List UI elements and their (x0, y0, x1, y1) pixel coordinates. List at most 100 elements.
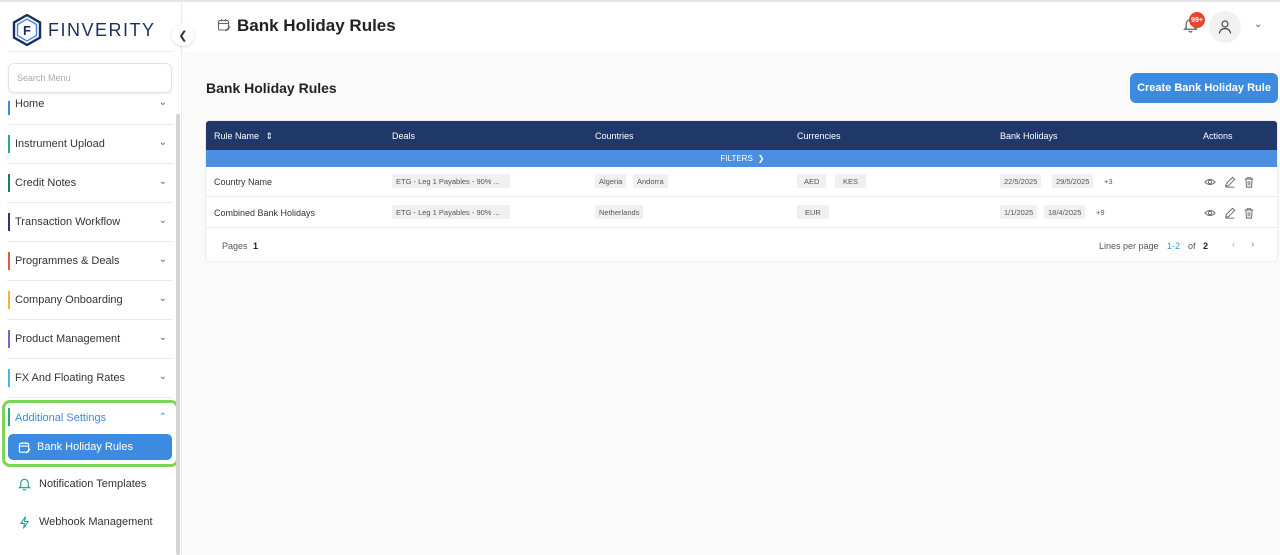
chevron-down-icon: ⌄ (158, 97, 167, 108)
table-footer: Pages 1 Lines per page 1-2 of 2 ‹ › (206, 229, 1277, 261)
table-header: Rule Name ⇕ Deals Countries Currencies B… (206, 121, 1277, 150)
currency-chip: KES (835, 174, 867, 188)
color-bar (8, 135, 10, 153)
top-header: Bank Holiday Rules 99+ ⌄ (183, 2, 1280, 52)
notification-badge: 99+ (1189, 12, 1205, 28)
holiday-chip: 29/5/2025 (1052, 174, 1094, 188)
color-bar (8, 101, 10, 115)
rules-table: Rule Name ⇕ Deals Countries Currencies B… (205, 120, 1278, 262)
country-chip: Andorra (633, 174, 668, 188)
sidebar-menu: Home ⌄ Instrument Upload ⌄ Credit Notes … (7, 95, 173, 437)
chevron-down-icon: ❯ (757, 154, 765, 163)
currency-chip: AED (797, 174, 827, 188)
sidebar-item-label: Credit Notes (15, 177, 77, 189)
pages-value: 1 (253, 241, 259, 251)
view-eye-icon[interactable] (1204, 176, 1216, 188)
sidebar-item-instrument-upload[interactable]: Instrument Upload ⌄ (7, 125, 173, 164)
prev-page-icon[interactable]: ‹ (1232, 239, 1235, 250)
search-placeholder: Search Menu (17, 73, 71, 83)
column-rule-name[interactable]: Rule Name ⇕ (214, 131, 273, 142)
filters-toggle[interactable]: FILTERS ❯ (206, 150, 1277, 167)
total-count: 2 (1203, 241, 1209, 251)
sidebar-scrollbar[interactable] (176, 114, 180, 555)
currency-chip: EUR (797, 205, 829, 219)
lines-per-page-label: Lines per page (1099, 241, 1159, 251)
create-bank-holiday-rule-button[interactable]: Create Bank Holiday Rule (1130, 73, 1278, 103)
sidebar-subitem-notification-templates[interactable]: Notification Templates (8, 471, 172, 497)
table-row[interactable]: Combined Bank Holidays ETG - Leg 1 Payab… (206, 198, 1277, 228)
color-bar (8, 369, 10, 387)
holiday-chip: 1/1/2025 (1000, 205, 1038, 219)
app-root: F FINVERITY Search Menu Home ⌄ Instrumen… (0, 0, 1280, 555)
chevron-down-icon: ⌄ (158, 215, 167, 226)
column-deals: Deals (392, 131, 416, 141)
sidebar-item-home[interactable]: Home ⌄ (7, 95, 173, 125)
deal-chip: ETG - Leg 1 Payables - 90% ... (392, 174, 510, 188)
next-page-icon[interactable]: › (1251, 239, 1254, 250)
filters-label: FILTERS (720, 154, 753, 163)
rule-name: Combined Bank Holidays (214, 208, 316, 218)
holidays-more[interactable]: +3 (1104, 177, 1113, 186)
calendar-edit-icon (217, 19, 231, 32)
sidebar-divider (8, 51, 174, 52)
lightning-icon (20, 515, 29, 529)
chevron-left-icon: ❮ (178, 29, 188, 42)
color-bar (8, 252, 10, 270)
sidebar-item-fx-floating-rates[interactable]: FX And Floating Rates ⌄ (7, 359, 173, 398)
sidebar-item-product-management[interactable]: Product Management ⌄ (7, 320, 173, 359)
pages-label: Pages (222, 241, 248, 251)
subitem-label: Bank Holiday Rules (37, 441, 133, 453)
logo-hexagon-icon: F (12, 14, 42, 46)
sidebar-item-label: Transaction Workflow (15, 216, 121, 228)
table-row[interactable]: Country Name ETG - Leg 1 Payables - 90% … (206, 167, 1277, 197)
sidebar-item-label: Company Onboarding (15, 294, 123, 306)
of-label: of (1188, 241, 1196, 251)
chevron-down-icon: ⌄ (158, 254, 167, 265)
delete-trash-icon[interactable] (1243, 176, 1255, 188)
column-currencies: Currencies (797, 131, 841, 141)
section-heading: Bank Holiday Rules (206, 80, 337, 96)
brand-name: FINVERITY (48, 19, 156, 40)
column-actions: Actions (1203, 131, 1233, 141)
subitem-label: Notification Templates (39, 478, 147, 490)
rule-name: Country Name (214, 177, 273, 187)
sidebar: F FINVERITY Search Menu Home ⌄ Instrumen… (0, 2, 182, 555)
sidebar-subitem-webhook-management[interactable]: Webhook Management (8, 509, 172, 535)
chevron-down-icon: ⌄ (158, 293, 167, 304)
chevron-down-icon: ⌄ (158, 176, 167, 187)
holidays-more[interactable]: +9 (1096, 208, 1105, 217)
page-range[interactable]: 1-2 (1167, 241, 1180, 251)
sidebar-item-credit-notes[interactable]: Credit Notes ⌄ (7, 164, 173, 203)
logo-letter: F (23, 23, 31, 38)
collapse-sidebar-button[interactable]: ❮ (172, 24, 194, 46)
calendar-edit-icon (18, 441, 31, 454)
edit-pencil-icon[interactable] (1224, 176, 1236, 188)
edit-pencil-icon[interactable] (1224, 207, 1236, 219)
search-menu-input[interactable]: Search Menu (8, 63, 172, 93)
user-icon (1218, 20, 1232, 34)
sidebar-item-programmes-deals[interactable]: Programmes & Deals ⌄ (7, 242, 173, 281)
sidebar-item-company-onboarding[interactable]: Company Onboarding ⌄ (7, 281, 173, 320)
chevron-down-icon: ⌄ (158, 371, 167, 382)
user-menu-chevron-icon[interactable]: ⌄ (1254, 19, 1262, 30)
page-title: Bank Holiday Rules (237, 16, 396, 35)
bell-icon (18, 478, 31, 491)
sort-icon[interactable]: ⇕ (266, 131, 274, 141)
delete-trash-icon[interactable] (1243, 207, 1255, 219)
user-avatar[interactable] (1209, 11, 1241, 43)
holiday-chip: 22/5/2025 (1000, 174, 1042, 188)
column-bank-holidays: Bank Holidays (1000, 131, 1058, 141)
column-countries: Countries (595, 131, 634, 141)
subitem-label: Webhook Management (39, 516, 153, 528)
country-chip: Algeria (595, 174, 627, 188)
sidebar-item-label: Programmes & Deals (15, 255, 120, 267)
main-content: Bank Holiday Rules Create Bank Holiday R… (183, 52, 1280, 555)
sidebar-item-transaction-workflow[interactable]: Transaction Workflow ⌄ (7, 203, 173, 242)
sidebar-item-label: Instrument Upload (15, 138, 105, 150)
sidebar-item-label: Home (15, 97, 45, 110)
view-eye-icon[interactable] (1204, 207, 1216, 219)
sidebar-item-label: FX And Floating Rates (15, 372, 126, 384)
column-label: Rule Name (214, 131, 260, 141)
brand-logo[interactable]: F FINVERITY (12, 14, 156, 46)
sidebar-subitem-bank-holiday-rules[interactable]: Bank Holiday Rules (8, 434, 172, 460)
